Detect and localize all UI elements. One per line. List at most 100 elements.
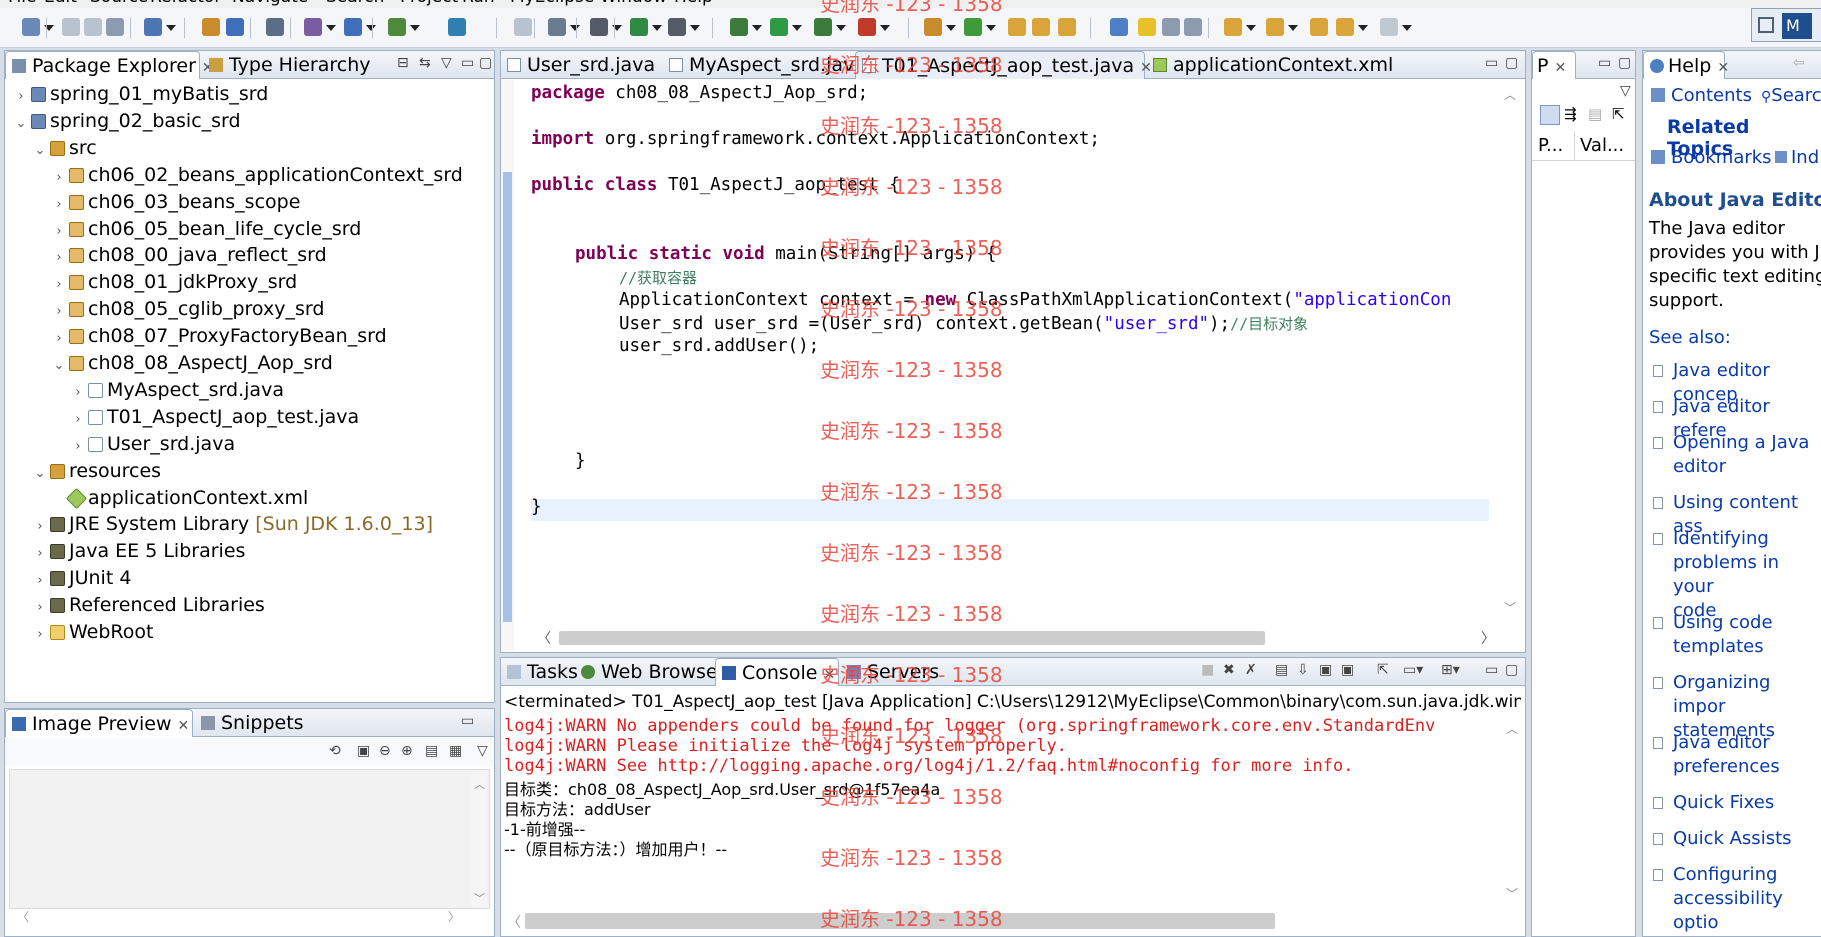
tab-image-preview[interactable]: Image Preview ✕ <box>5 709 193 737</box>
tree-item[interactable]: › ch08_07_ProxyFactoryBean_srd <box>51 323 386 349</box>
menu-myeclipse[interactable]: MyEclipse <box>510 0 594 7</box>
chevron-down-icon[interactable]: ⌄ <box>32 461 48 487</box>
close-icon[interactable]: ✕ <box>823 667 835 683</box>
property-column-header[interactable]: P... <box>1538 135 1563 156</box>
camera-icon[interactable] <box>590 18 622 36</box>
tree-item[interactable]: › ch08_01_jdkProxy_srd <box>51 269 297 295</box>
help-link[interactable]: Configuringaccessibility optiofor textua… <box>1653 863 1821 936</box>
highlight-icon[interactable] <box>1138 18 1156 36</box>
pin-icon[interactable] <box>1110 18 1128 36</box>
chevron-right-icon[interactable]: › <box>51 299 67 325</box>
chevron-right-icon[interactable]: › <box>32 622 48 648</box>
chevron-right-icon[interactable]: › <box>70 434 86 460</box>
tree-item[interactable]: › ch06_05_bean_life_cycle_srd <box>51 216 361 242</box>
tab-snippets[interactable]: Snippets <box>195 709 304 737</box>
tree-item[interactable]: › ch08_00_java_reflect_srd <box>51 242 326 271</box>
class-icon[interactable] <box>226 18 244 36</box>
view-menu-icon[interactable]: ▽ <box>1620 83 1631 99</box>
refresh-icon[interactable] <box>964 18 996 36</box>
paragraph-icon[interactable] <box>1184 18 1202 36</box>
view-menu-icon[interactable]: ▽ <box>477 743 488 759</box>
display-console-icon[interactable]: ▭▾ <box>1403 662 1423 678</box>
tree-item[interactable]: › User_srd.java <box>70 431 235 457</box>
save-icon[interactable] <box>62 18 80 36</box>
open-perspective-icon[interactable] <box>1758 17 1774 33</box>
tree-item[interactable]: › Java EE 5 Libraries <box>32 538 245 564</box>
terminate-icon[interactable]: ■ <box>1201 662 1214 678</box>
menu-source[interactable]: Source <box>90 0 148 7</box>
chevron-right-icon[interactable]: › <box>13 84 29 110</box>
tab-user-srd-java[interactable]: User_srd.java <box>501 51 661 79</box>
console-vertical-scrollbar[interactable]: ︿ ﹀ <box>1503 716 1521 906</box>
grid-icon[interactable]: ▦ <box>449 743 462 759</box>
zoom-out-icon[interactable]: ⊖ <box>379 743 391 759</box>
help-bookmarks-link[interactable]: Bookmarks <box>1651 147 1772 168</box>
menu-window[interactable]: Window <box>600 0 667 7</box>
debug-icon[interactable] <box>730 18 762 36</box>
deploy-icon[interactable] <box>304 18 336 36</box>
close-icon[interactable]: ✕ <box>178 718 190 734</box>
minimize-icon[interactable]: ▭ <box>1485 55 1498 71</box>
close-icon[interactable]: ✕ <box>1717 60 1729 76</box>
tree-item[interactable]: › ch06_03_beans_scope <box>51 189 300 215</box>
back-icon[interactable]: ⇦ <box>1793 55 1805 71</box>
scrollbar-thumb[interactable] <box>559 631 1265 645</box>
tab-type-hierarchy[interactable]: Type Hierarchy <box>203 51 378 79</box>
run-server-icon[interactable] <box>858 18 890 36</box>
tree-item[interactable]: › WebRoot <box>32 619 153 645</box>
actual-size-icon[interactable]: ▤ <box>425 743 438 759</box>
help-link[interactable]: Java editor preferences <box>1653 731 1780 779</box>
pin-icon[interactable]: ⇱ <box>1612 105 1625 123</box>
chevron-right-icon[interactable]: › <box>51 245 67 271</box>
open-type-icon[interactable] <box>924 18 956 36</box>
new-project-icon[interactable] <box>144 18 176 36</box>
scrollbar-thumb[interactable] <box>525 913 1275 929</box>
last-edit-icon[interactable] <box>1310 18 1328 36</box>
menu-help[interactable]: Help <box>674 0 713 7</box>
perspective-switcher[interactable]: M <box>1751 8 1821 42</box>
pin-console-icon[interactable]: ⇱ <box>1377 662 1389 678</box>
tree-item[interactable]: ⌄ resources <box>32 458 162 487</box>
tree-item[interactable]: applicationContext.xml <box>51 485 308 511</box>
tree-item[interactable]: › JRE System Library [Sun JDK 1.6.0_13] <box>32 511 433 537</box>
chevron-right-icon[interactable]: › <box>32 595 48 621</box>
menu-refactor[interactable]: Refactor <box>150 0 221 7</box>
help-contents-link[interactable]: Contents <box>1651 85 1752 106</box>
horizontal-scrollbar[interactable]: 〈 〉 <box>9 908 490 926</box>
close-icon[interactable]: ✕ <box>1554 60 1566 76</box>
open-console-icon[interactable]: ⊞▾ <box>1441 662 1460 678</box>
tree-item[interactable]: › MyAspect_srd.java <box>70 377 284 403</box>
categories-icon[interactable] <box>1540 105 1560 125</box>
help-link[interactable]: Using code templates <box>1653 611 1773 659</box>
tree-item[interactable]: › spring_01_myBatis_srd <box>13 81 268 107</box>
debug-icon[interactable] <box>630 18 662 36</box>
console-horizontal-scrollbar[interactable]: 〈 <box>501 910 1501 932</box>
block-icon[interactable] <box>1162 18 1180 36</box>
tab-t01-aspectj-aop-test-java[interactable]: T01_AspectJ_aop_test.java ✕ <box>855 51 1152 79</box>
edit-icon[interactable] <box>1032 18 1050 36</box>
help-link[interactable]: Opening a Java editor <box>1653 431 1809 479</box>
chevron-right-icon[interactable]: › <box>32 514 48 540</box>
view-menu-icon[interactable]: ▽ <box>441 55 452 71</box>
tab-servers[interactable]: Servers <box>841 658 941 686</box>
chevron-right-icon[interactable]: › <box>51 165 67 191</box>
minimize-icon[interactable]: ▭ <box>1598 55 1611 71</box>
value-column-header[interactable]: Val... <box>1580 135 1624 156</box>
show-stdout-icon[interactable]: ▣ <box>1319 662 1332 678</box>
refresh-icon[interactable]: ⟲ <box>329 743 341 759</box>
save-all-icon[interactable] <box>84 18 102 36</box>
chevron-down-icon[interactable]: ⌄ <box>32 138 48 164</box>
chevron-down-icon[interactable]: ⌄ <box>51 353 67 379</box>
tab-applicationcontext-xml[interactable]: applicationContext.xml <box>1147 51 1395 79</box>
help-link[interactable]: Quick Assists <box>1653 827 1792 851</box>
restore-default-icon[interactable]: ▤ <box>1588 105 1602 123</box>
menu-file[interactable]: File <box>8 0 36 7</box>
maximize-icon[interactable]: ▢ <box>1505 55 1518 71</box>
chevron-right-icon[interactable]: › <box>51 219 67 245</box>
maximize-icon[interactable]: ▢ <box>1505 662 1518 678</box>
help-search-link[interactable]: ⚲Searc <box>1761 85 1821 106</box>
tab-package-explorer[interactable]: Package Explorer ✕ <box>5 51 214 79</box>
tree-item[interactable]: › Referenced Libraries <box>32 592 264 621</box>
server-icon[interactable] <box>266 18 284 36</box>
maximize-icon[interactable]: ▢ <box>1618 55 1631 71</box>
